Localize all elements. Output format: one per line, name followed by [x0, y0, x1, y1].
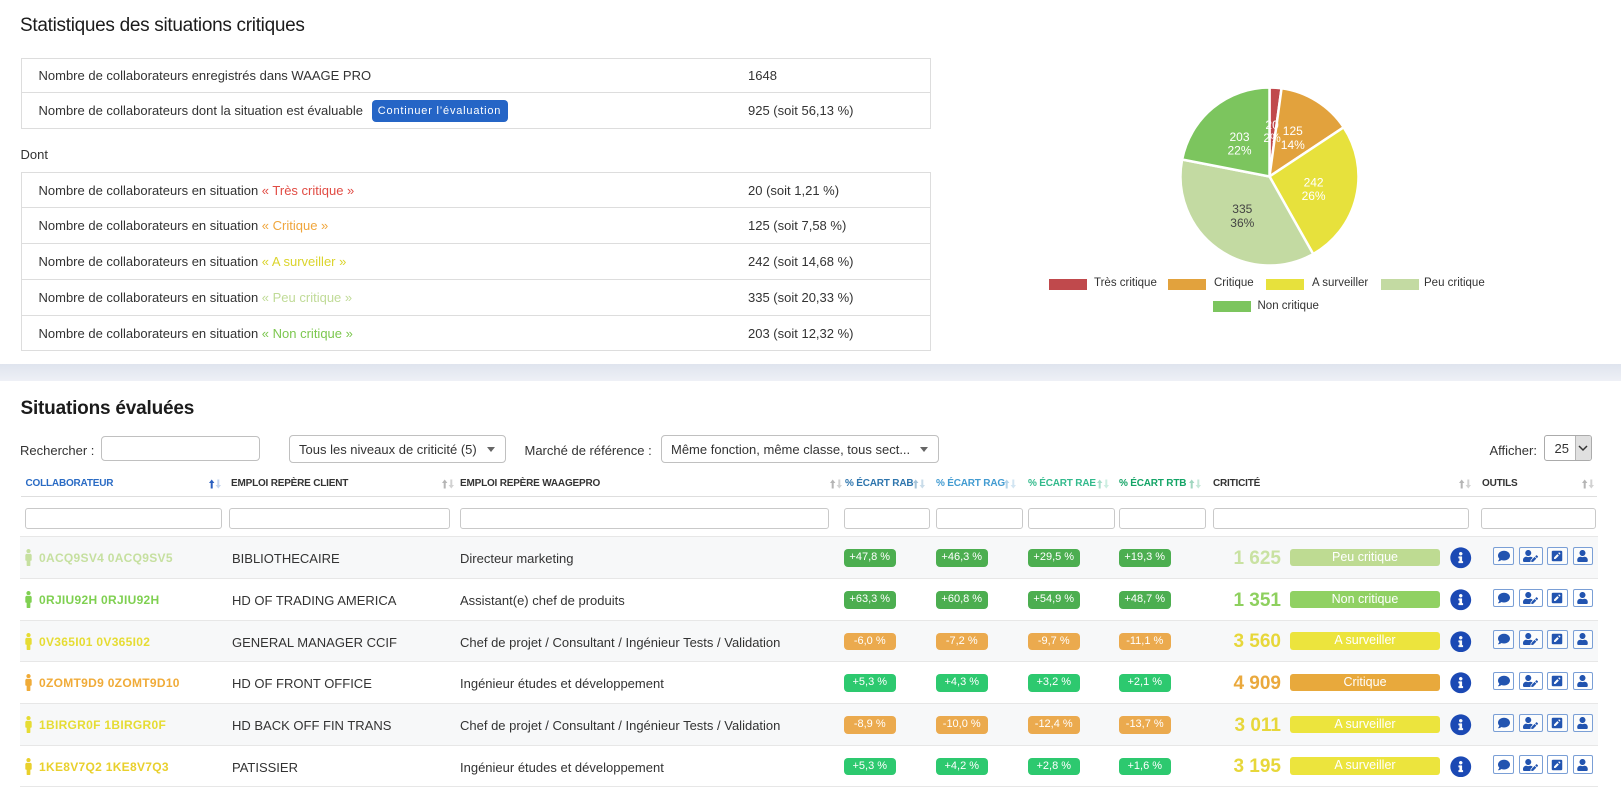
svg-text:2%: 2%: [1263, 131, 1281, 145]
svg-text:36%: 36%: [1230, 216, 1254, 230]
svg-text:203: 203: [1229, 130, 1249, 144]
svg-text:26%: 26%: [1302, 189, 1326, 203]
svg-text:20: 20: [1265, 118, 1279, 132]
svg-text:242: 242: [1304, 176, 1324, 190]
svg-text:14%: 14%: [1281, 138, 1305, 152]
svg-text:125: 125: [1283, 124, 1303, 138]
svg-text:335: 335: [1232, 202, 1252, 216]
svg-text:22%: 22%: [1227, 144, 1251, 158]
